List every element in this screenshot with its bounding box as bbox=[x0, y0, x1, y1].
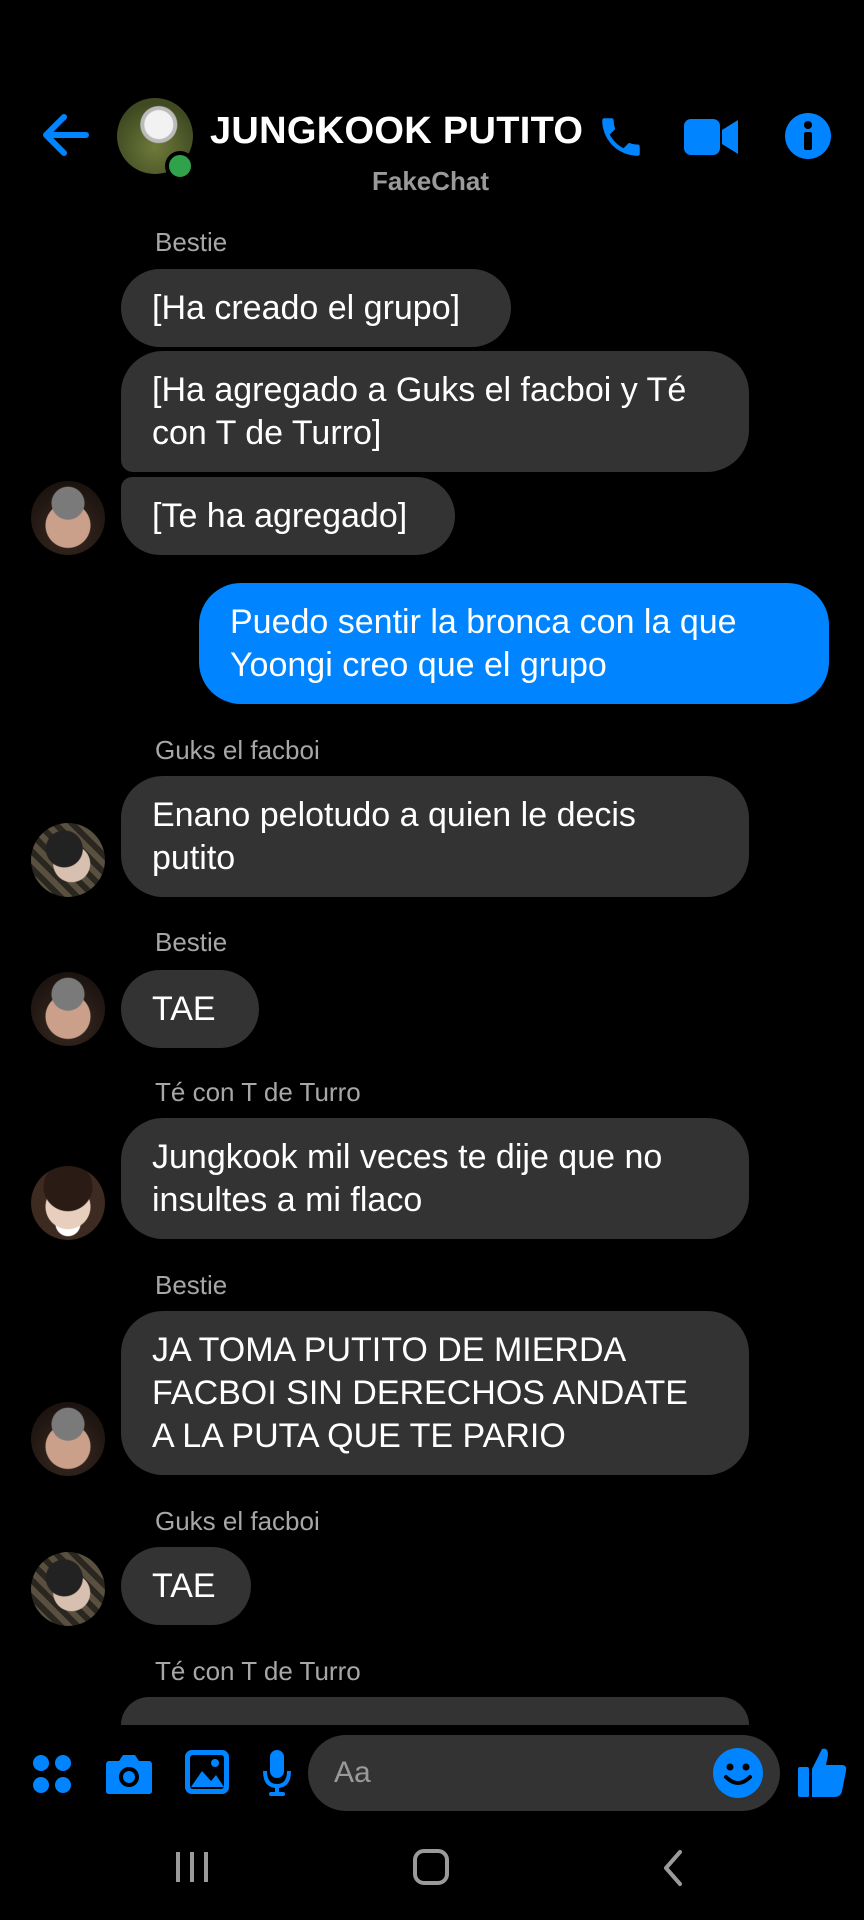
avatar-bestie[interactable] bbox=[31, 972, 105, 1046]
avatar-te[interactable] bbox=[31, 1166, 105, 1240]
chat-title[interactable]: JUNGKOOK PUTITO bbox=[210, 110, 583, 153]
message-bubble[interactable]: Jungkook mil veces te dije que no insult… bbox=[121, 1118, 749, 1239]
back-icon[interactable] bbox=[660, 1848, 686, 1888]
recent-apps-icon[interactable] bbox=[172, 1850, 212, 1884]
apps-grid-icon[interactable] bbox=[32, 1754, 72, 1794]
sender-name: Té con T de Turro bbox=[155, 1656, 361, 1686]
message-bubble[interactable]: JA TOMA PUTITO DE MIERDA FACBOI SIN DERE… bbox=[121, 1311, 749, 1475]
message-bubble[interactable]: Enano pelotudo a quien le decis putito bbox=[121, 776, 749, 897]
sender-name: Bestie bbox=[155, 227, 228, 257]
emoji-icon[interactable] bbox=[712, 1747, 764, 1799]
avatar-guks[interactable] bbox=[31, 1552, 105, 1626]
message-bubble[interactable]: [Ha agregado a Guks el facboi y Té con T… bbox=[121, 351, 749, 472]
message-bubble[interactable]: [Ha creado el grupo] bbox=[121, 269, 511, 347]
message-input-placeholder: Aa bbox=[334, 1756, 371, 1789]
info-icon[interactable] bbox=[784, 112, 832, 160]
chat-header: JUNGKOOK PUTITO FakeChat bbox=[0, 0, 864, 215]
sender-name: Guks el facboi bbox=[155, 735, 320, 765]
phone-icon[interactable] bbox=[596, 112, 646, 162]
avatar-bestie[interactable] bbox=[31, 1402, 105, 1476]
online-status-indicator bbox=[165, 151, 195, 181]
gallery-icon[interactable] bbox=[184, 1749, 230, 1795]
video-camera-icon[interactable] bbox=[684, 116, 740, 158]
sender-name: Bestie bbox=[155, 927, 228, 957]
sender-name: Guks el facboi bbox=[155, 1506, 320, 1536]
avatar-guks[interactable] bbox=[31, 823, 105, 897]
message-bubble[interactable]: [Te ha agregado] bbox=[121, 477, 455, 555]
avatar-bestie[interactable] bbox=[31, 481, 105, 555]
camera-icon[interactable] bbox=[105, 1751, 153, 1795]
message-bubble[interactable]: TAE bbox=[121, 1547, 251, 1625]
my-message-bubble[interactable]: Puedo sentir la bronca con la que Yoongi… bbox=[199, 583, 829, 704]
home-icon[interactable] bbox=[412, 1848, 450, 1886]
microphone-icon[interactable] bbox=[262, 1749, 292, 1797]
message-bubble-partial[interactable] bbox=[121, 1697, 749, 1725]
sender-name: Té con T de Turro bbox=[155, 1077, 361, 1107]
thumbs-up-icon[interactable] bbox=[796, 1745, 848, 1799]
sender-name: Bestie bbox=[155, 1270, 228, 1300]
back-arrow-icon[interactable] bbox=[40, 113, 90, 157]
message-bubble[interactable]: TAE bbox=[121, 970, 259, 1048]
message-input[interactable] bbox=[308, 1735, 780, 1811]
chat-subtitle: FakeChat bbox=[372, 166, 490, 196]
